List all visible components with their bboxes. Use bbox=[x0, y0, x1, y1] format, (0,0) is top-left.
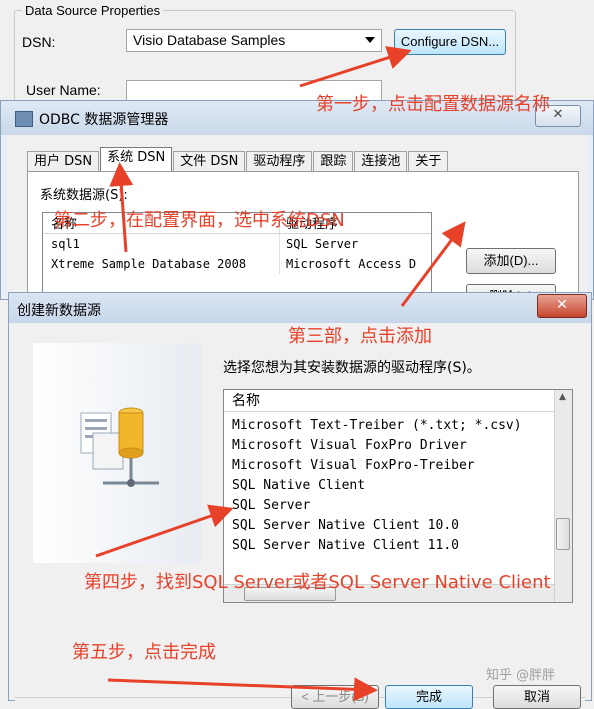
tab-system-dsn[interactable]: 系统 DSN bbox=[100, 147, 173, 172]
tab-about[interactable]: 关于 bbox=[408, 151, 449, 172]
dsn-combobox[interactable]: Visio Database Samples bbox=[126, 29, 382, 52]
row-name: Xtreme Sample Database 2008 bbox=[51, 257, 247, 271]
annotation-step5: 第五步，点击完成 bbox=[72, 642, 216, 663]
user-name-label: User Name: bbox=[26, 82, 101, 98]
driver-items: Microsoft Text-Treiber (*.txt; *.csv) Mi… bbox=[232, 416, 522, 556]
scroll-up-icon[interactable]: ▲ bbox=[559, 392, 566, 402]
row-driver: SQL Server bbox=[279, 234, 431, 254]
odbc-administrator-window: ODBC 数据源管理器 ✕ 用户 DSN 系统 DSN 文件 DSN 驱动程序 … bbox=[0, 100, 594, 310]
list-item[interactable]: Microsoft Text-Treiber (*.txt; *.csv) bbox=[232, 416, 522, 436]
dsn-value: Visio Database Samples bbox=[133, 32, 286, 48]
annotation-step1: 第一步，点击配置数据源名称 bbox=[316, 94, 550, 115]
odbc-tabs: 用户 DSN 系统 DSN 文件 DSN 驱动程序 跟踪 连接池 关于 bbox=[27, 147, 449, 172]
tab-tracing[interactable]: 跟踪 bbox=[313, 151, 354, 172]
cancel-button[interactable]: 取消 bbox=[493, 685, 581, 709]
driver-list-vscroll[interactable]: ▲ bbox=[554, 390, 572, 602]
tab-drivers[interactable]: 驱动程序 bbox=[246, 151, 313, 172]
list-item[interactable]: Microsoft Visual FoxPro Driver bbox=[232, 436, 522, 456]
back-button[interactable]: < 上一步(B) bbox=[291, 685, 379, 709]
list-item[interactable]: SQL Server bbox=[232, 496, 522, 516]
driver-column-header[interactable]: 名称 bbox=[224, 390, 554, 412]
configure-dsn-button[interactable]: Configure DSN... bbox=[394, 29, 506, 55]
list-item[interactable]: SQL Server Native Client 11.0 bbox=[232, 536, 522, 556]
annotation-step3: 第三部，点击添加 bbox=[288, 326, 432, 347]
annotation-step4: 第四步，找到SQL Server或者SQL Server Native Clie… bbox=[84, 572, 551, 593]
list-item[interactable]: Microsoft Visual FoxPro-Treiber bbox=[232, 456, 522, 476]
tab-user-dsn[interactable]: 用户 DSN bbox=[27, 151, 100, 172]
system-data-sources-label: 系统数据源(S): bbox=[40, 188, 128, 203]
group-label: Data Source Properties bbox=[22, 3, 164, 18]
create-title: 创建新数据源 bbox=[17, 303, 101, 319]
tab-file-dsn[interactable]: 文件 DSN bbox=[173, 151, 246, 172]
list-item[interactable]: SQL Server Native Client 10.0 bbox=[232, 516, 522, 536]
system-dsn-panel: 系统数据源(S): 名称 驱动程序 sql1 SQL Server Xtreme… bbox=[27, 171, 579, 310]
odbc-title: ODBC 数据源管理器 bbox=[39, 112, 169, 128]
odbc-app-icon bbox=[15, 111, 33, 127]
create-titlebar: 创建新数据源 ✕ bbox=[9, 293, 591, 323]
data-source-illustration bbox=[33, 343, 201, 563]
table-row[interactable]: sql1 SQL Server bbox=[43, 234, 431, 254]
driver-prompt: 选择您想为其安装数据源的驱动程序(S)。 bbox=[223, 360, 481, 376]
finish-button[interactable]: 完成 bbox=[385, 685, 473, 709]
database-icon bbox=[80, 407, 159, 487]
create-close-button[interactable]: ✕ bbox=[537, 294, 587, 318]
annotation-step2: 第二步，在配置界面，选中系统DSN bbox=[54, 210, 345, 231]
dsn-label: DSN: bbox=[22, 34, 56, 50]
list-item[interactable]: SQL Native Client bbox=[232, 476, 522, 496]
scroll-thumb[interactable] bbox=[556, 518, 570, 550]
table-row[interactable]: Xtreme Sample Database 2008 Microsoft Ac… bbox=[43, 254, 431, 274]
row-name: sql1 bbox=[51, 237, 80, 251]
watermark: 知乎 @胖胖 bbox=[486, 668, 556, 683]
chevron-down-icon[interactable] bbox=[365, 37, 375, 43]
add-button[interactable]: 添加(D)... bbox=[466, 248, 556, 274]
row-driver: Microsoft Access D bbox=[279, 254, 431, 274]
tab-connection-pooling[interactable]: 连接池 bbox=[354, 151, 408, 172]
